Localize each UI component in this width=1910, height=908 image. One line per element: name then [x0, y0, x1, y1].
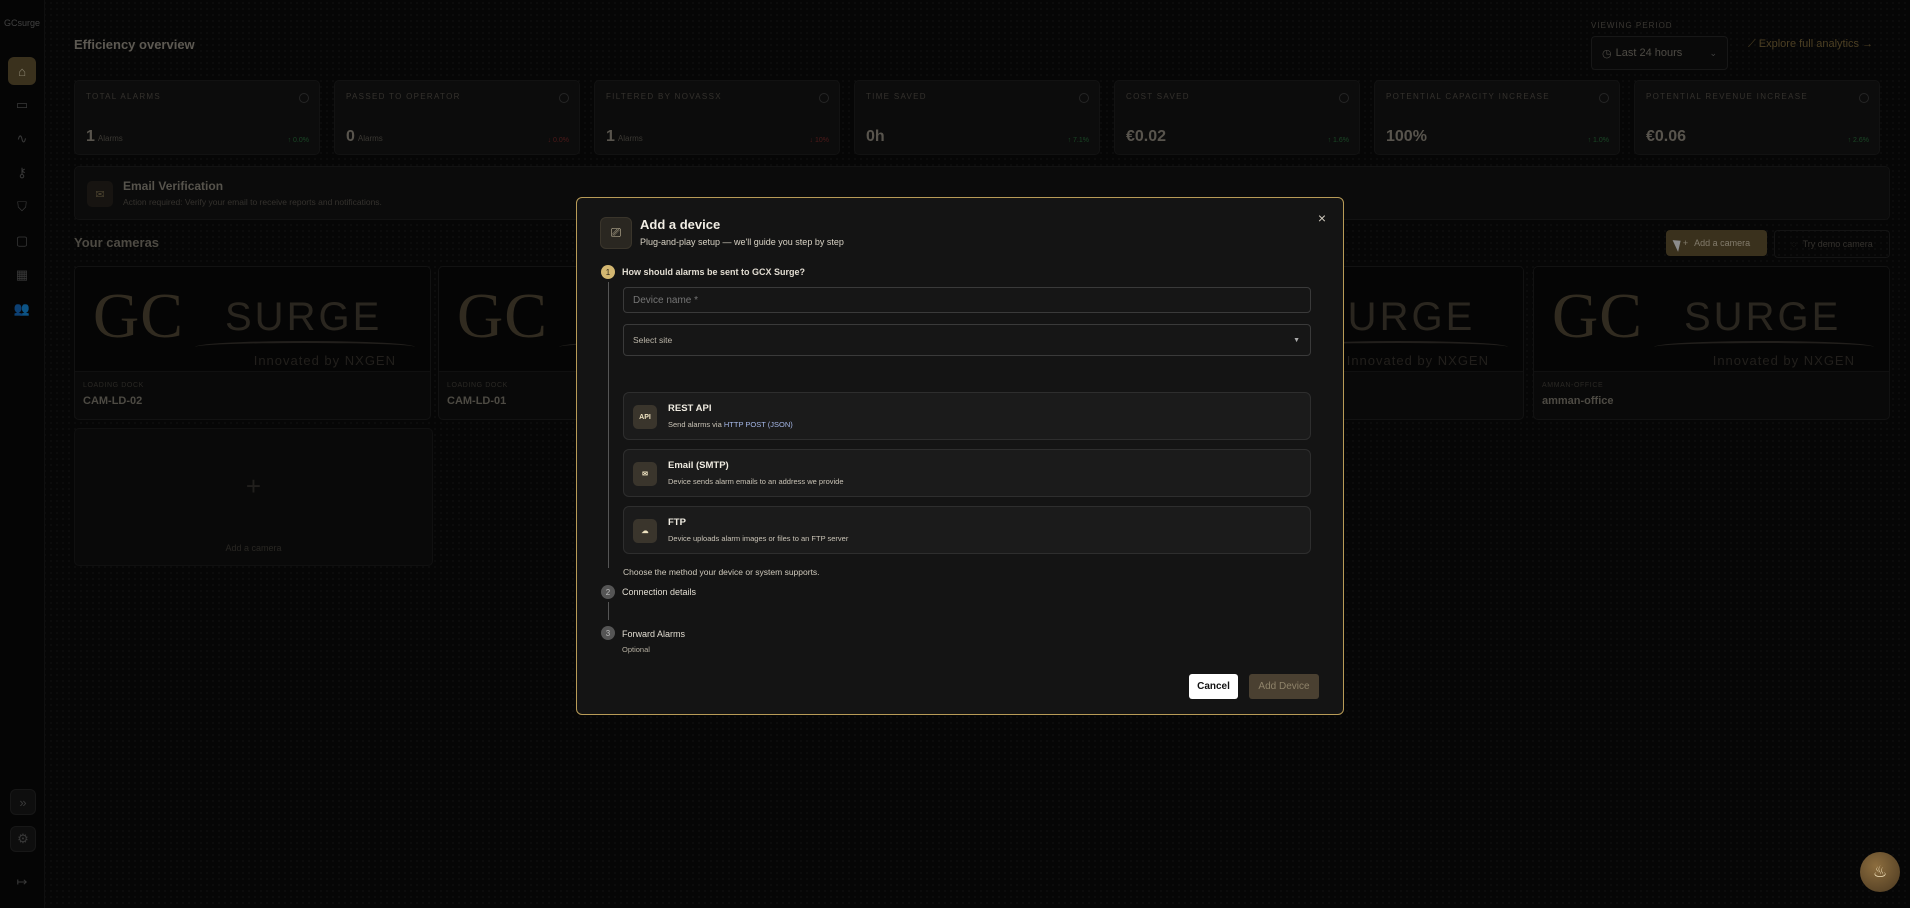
add-device-button[interactable]: Add Device	[1249, 674, 1319, 699]
cloud-upload-icon: ☁	[633, 519, 657, 543]
close-icon[interactable]: ×	[1318, 210, 1326, 226]
step-3-label: Forward Alarms	[622, 629, 686, 639]
caret-down-icon: ▼	[1293, 336, 1300, 344]
site-select[interactable]: Select site ▼	[623, 324, 1311, 356]
modal-title: Add a device	[640, 217, 721, 232]
method-hint: Choose the method your device or system …	[623, 567, 820, 577]
method-rest-api[interactable]: API REST API Send alarms via HTTP POST (…	[623, 392, 1311, 440]
method-title: REST API	[668, 403, 712, 414]
step-3-indicator: 3	[601, 626, 615, 640]
method-email-smtp[interactable]: ✉ Email (SMTP) Device sends alarm emails…	[623, 449, 1311, 497]
step-connector	[608, 282, 609, 568]
step-connector	[608, 602, 609, 620]
add-device-modal: ⎚ Add a device Plug-and-play setup — we'…	[576, 197, 1344, 715]
step-1-indicator: 1	[601, 265, 615, 279]
step-3-sublabel: Optional	[622, 645, 650, 654]
device-name-input[interactable]	[623, 287, 1311, 313]
method-title: FTP	[668, 517, 686, 528]
method-desc: Device sends alarm emails to an address …	[668, 477, 844, 486]
step-1-label: How should alarms be sent to GCX Surge?	[622, 267, 806, 277]
modal-subtitle: Plug-and-play setup — we'll guide you st…	[640, 237, 844, 247]
method-desc: Send alarms via HTTP POST (JSON)	[668, 420, 793, 429]
devices-icon: ⎚	[600, 217, 632, 249]
method-ftp[interactable]: ☁ FTP Device uploads alarm images or fil…	[623, 506, 1311, 554]
step-2-label: Connection details	[622, 587, 697, 597]
cancel-button[interactable]: Cancel	[1189, 674, 1238, 699]
mail-icon: ✉	[633, 462, 657, 486]
method-desc: Device uploads alarm images or files to …	[668, 534, 849, 543]
step-2-indicator: 2	[601, 585, 615, 599]
method-title: Email (SMTP)	[668, 460, 729, 471]
flame-assistant-icon[interactable]: ♨	[1860, 852, 1900, 892]
api-icon: API	[633, 405, 657, 429]
